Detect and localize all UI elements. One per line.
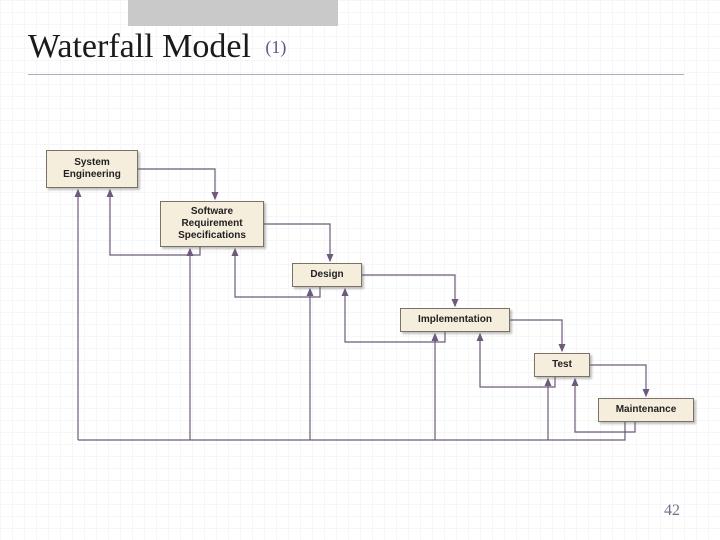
stage-implementation: Implementation xyxy=(400,308,510,332)
stage-system-engineering: SystemEngineering xyxy=(46,150,138,188)
stage-label: SystemEngineering xyxy=(63,157,121,181)
stage-label: SoftwareRequirementSpecifications xyxy=(178,206,246,242)
stage-label: Design xyxy=(310,269,343,281)
stage-label: Implementation xyxy=(418,314,492,326)
stage-label: Test xyxy=(552,359,572,371)
header-shadow xyxy=(128,0,338,26)
title-sub: (1) xyxy=(265,37,286,57)
stage-maintenance: Maintenance xyxy=(598,398,694,422)
stage-design: Design xyxy=(292,263,362,287)
title-underline xyxy=(28,74,684,75)
page-number: 42 xyxy=(664,502,680,520)
stage-test: Test xyxy=(534,353,590,377)
stage-srs: SoftwareRequirementSpecifications xyxy=(160,201,264,247)
slide-title: Waterfall Model (1) xyxy=(28,28,286,66)
stage-label: Maintenance xyxy=(616,404,677,416)
title-main: Waterfall Model xyxy=(28,28,251,65)
